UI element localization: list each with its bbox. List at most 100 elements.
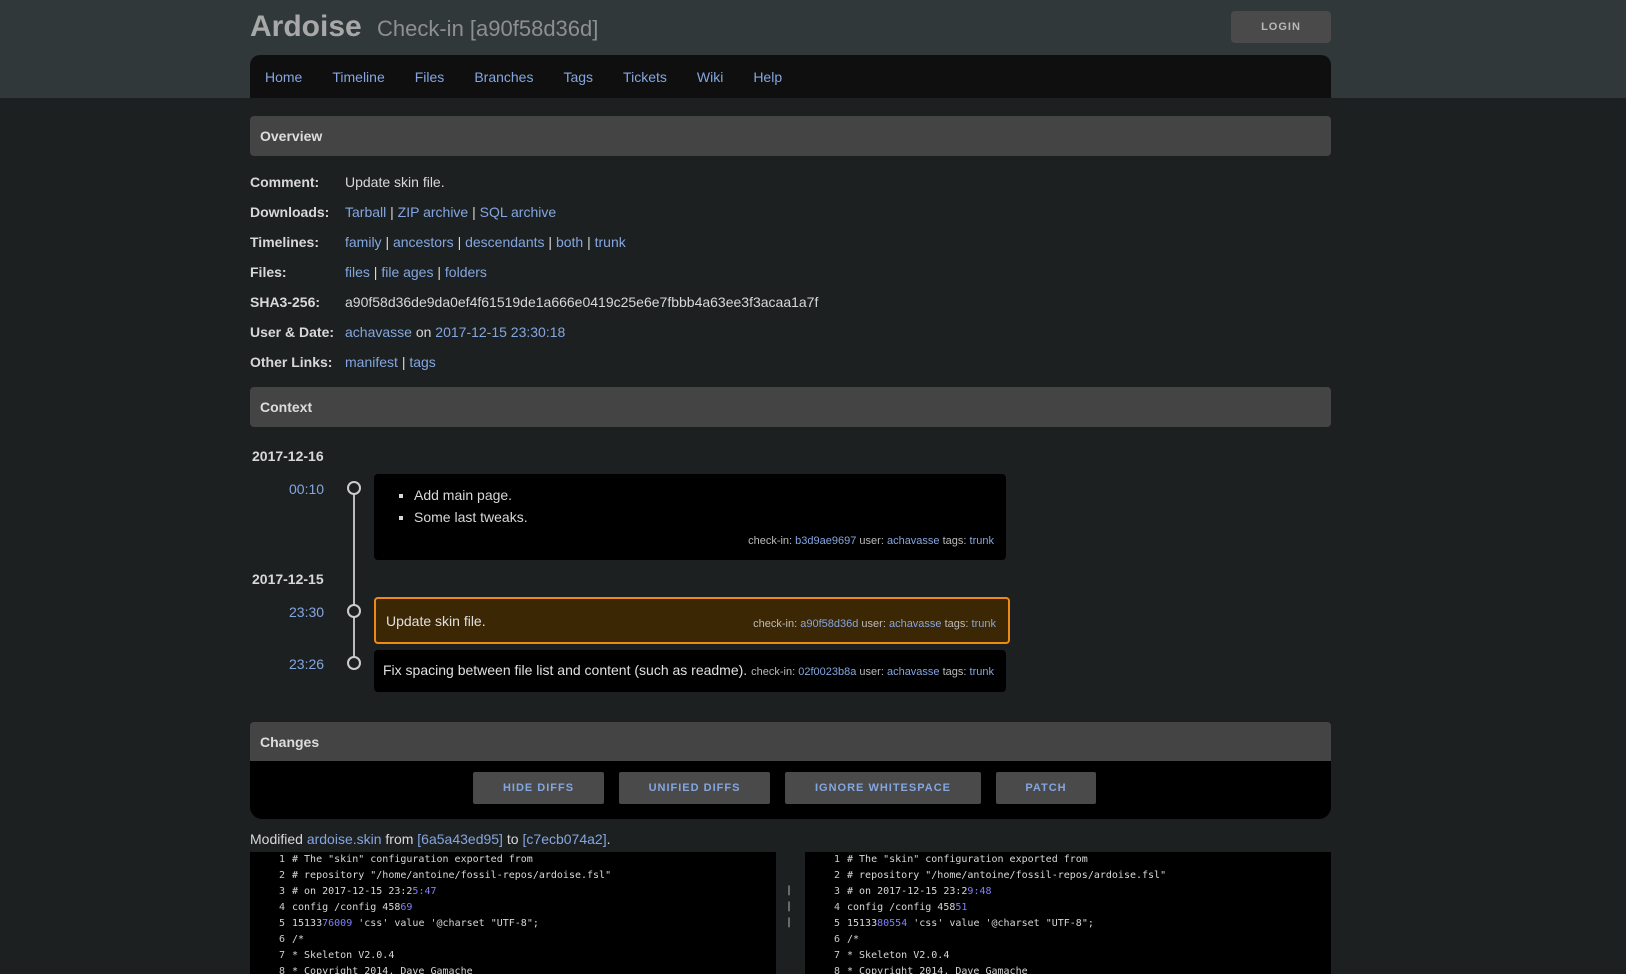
family-link[interactable]: family xyxy=(345,234,382,250)
diff-line-number: 2 xyxy=(833,870,840,881)
diff-line: # on 2017-12-15 23:25:47 xyxy=(292,886,437,897)
tags-link[interactable]: tags xyxy=(409,354,435,370)
files-link[interactable]: files xyxy=(345,264,370,280)
diff-line: config /config 45869 xyxy=(292,902,412,913)
file-link[interactable]: ardoise.skin xyxy=(307,831,382,847)
other-links-label: Other Links: xyxy=(250,354,333,370)
timeline-entry-current: Update skin file. check-in: a90f58d36d u… xyxy=(374,597,1010,644)
sql-archive-link[interactable]: SQL archive xyxy=(480,204,557,220)
timeline-time-link[interactable]: 23:26 xyxy=(289,656,324,672)
diff-text: 'css' value '@charset "UTF-8"; xyxy=(352,918,539,929)
zip-archive-link[interactable]: ZIP archive xyxy=(398,204,469,220)
to-hash-link[interactable]: [c7ecb074a2] xyxy=(523,831,607,847)
diff-changed-text: 80554 xyxy=(877,918,908,929)
both-link[interactable]: both xyxy=(556,234,583,250)
user-link[interactable]: achavasse xyxy=(889,618,942,630)
diff-separator: | | | xyxy=(776,852,805,974)
diff-line-number: 5 xyxy=(278,918,285,929)
diff-text: # The "skin" configuration exported from xyxy=(847,854,1088,865)
diff-text: # on 2017-12-15 23:2 xyxy=(847,886,968,897)
user-link[interactable]: achavasse xyxy=(345,324,412,340)
diff-text: * Skeleton V2.0.4 xyxy=(847,950,950,961)
user-link[interactable]: achavasse xyxy=(887,666,940,678)
diff-line-number: 3 xyxy=(278,886,285,897)
diff-line-number: 4 xyxy=(833,902,840,913)
from-text: from xyxy=(385,831,414,847)
tags-label: tags: xyxy=(942,666,967,678)
nav-wiki[interactable]: Wiki xyxy=(697,69,723,85)
separator: | xyxy=(373,264,378,280)
user-date-value: achavasse on 2017-12-15 23:30:18 xyxy=(345,324,565,340)
timeline-rail xyxy=(353,488,355,664)
diff-line-number: 5 xyxy=(833,918,840,929)
entry-comment-item: Some last tweaks. xyxy=(414,506,1006,528)
unified-diffs-button[interactable]: UNIFIED DIFFS xyxy=(619,772,770,804)
checkin-link[interactable]: 02f0023b8a xyxy=(798,666,856,678)
modified-line: Modified ardoise.skin from [6a5a43ed95] … xyxy=(250,831,610,847)
nav-home[interactable]: Home xyxy=(265,69,302,85)
date-link[interactable]: 2017-12-15 23:30:18 xyxy=(435,324,565,340)
downloads-label: Downloads: xyxy=(250,204,330,220)
entry-comment: Update skin file. xyxy=(386,613,486,629)
login-button[interactable]: LOGIN xyxy=(1231,11,1331,43)
diff-right-pane: 1 # The "skin" configuration exported fro… xyxy=(805,852,1331,974)
user-label: user: xyxy=(859,666,884,678)
diff-line: # repository "/home/antoine/fossil-repos… xyxy=(292,870,611,881)
tag-link[interactable]: trunk xyxy=(970,666,994,678)
to-text: to xyxy=(506,831,519,847)
separator: | xyxy=(548,234,553,250)
diff-change-marker: | xyxy=(786,917,793,928)
timeline-node xyxy=(347,481,361,495)
timeline-node xyxy=(347,604,361,618)
on-text: on xyxy=(415,324,432,340)
diff-line-number: 7 xyxy=(278,950,285,961)
tag-link[interactable]: trunk xyxy=(970,535,994,547)
nav-tickets[interactable]: Tickets xyxy=(623,69,667,85)
separator: | xyxy=(587,234,591,250)
entry-meta: check-in: b3d9ae9697 user: achavasse tag… xyxy=(748,535,994,547)
ancestors-link[interactable]: ancestors xyxy=(393,234,454,250)
user-link[interactable]: achavasse xyxy=(887,535,940,547)
trunk-link[interactable]: trunk xyxy=(595,234,626,250)
manifest-link[interactable]: manifest xyxy=(345,354,398,370)
files-value: files | file ages | folders xyxy=(345,264,487,280)
timeline-node xyxy=(347,656,361,670)
diff-line-number: 6 xyxy=(278,934,285,945)
descendants-link[interactable]: descendants xyxy=(465,234,544,250)
checkin-link[interactable]: b3d9ae9697 xyxy=(795,535,856,547)
file-ages-link[interactable]: file ages xyxy=(381,264,433,280)
diff-line-number: 8 xyxy=(833,966,840,974)
diff-change-marker: | xyxy=(786,885,793,896)
hide-diffs-button[interactable]: HIDE DIFFS xyxy=(473,772,604,804)
brand-title[interactable]: Ardoise xyxy=(250,10,362,44)
entry-meta: check-in: 02f0023b8a user: achavasse tag… xyxy=(751,666,994,678)
other-links-value: manifest | tags xyxy=(345,354,436,370)
timeline-time-link[interactable]: 00:10 xyxy=(289,481,324,497)
timeline-time-link[interactable]: 23:30 xyxy=(289,604,324,620)
checkin-link[interactable]: a90f58d36d xyxy=(800,618,858,630)
checkin-label: check-in: xyxy=(748,535,793,547)
folders-link[interactable]: folders xyxy=(445,264,487,280)
sha-label: SHA3-256: xyxy=(250,294,321,310)
overview-heading: Overview xyxy=(260,128,323,144)
tags-label: tags: xyxy=(944,618,969,630)
diff-line: /* xyxy=(847,934,859,945)
tag-link[interactable]: trunk xyxy=(972,618,996,630)
patch-button[interactable]: PATCH xyxy=(996,772,1096,804)
nav-tags[interactable]: Tags xyxy=(563,69,593,85)
nav-help[interactable]: Help xyxy=(753,69,782,85)
nav-files[interactable]: Files xyxy=(415,69,445,85)
diff-line: * Copyright 2014, Dave Gamache xyxy=(847,966,1028,974)
diff-text: /* xyxy=(292,934,305,945)
tarball-link[interactable]: Tarball xyxy=(345,204,386,220)
sha-value: a90f58d36de9da0ef4f61519de1a666e0419c25e… xyxy=(345,294,819,310)
from-hash-link[interactable]: [6a5a43ed95] xyxy=(417,831,503,847)
timeline-date: 2017-12-16 xyxy=(252,448,324,464)
tags-label: tags: xyxy=(942,535,967,547)
nav-branches[interactable]: Branches xyxy=(474,69,533,85)
diff-line: # on 2017-12-15 23:29:48 xyxy=(847,886,992,897)
diff-line: # repository "/home/antoine/fossil-repos… xyxy=(847,870,1166,881)
ignore-whitespace-button[interactable]: IGNORE WHITESPACE xyxy=(785,772,981,804)
nav-timeline[interactable]: Timeline xyxy=(332,69,384,85)
diff-change-marker: | xyxy=(786,901,793,912)
